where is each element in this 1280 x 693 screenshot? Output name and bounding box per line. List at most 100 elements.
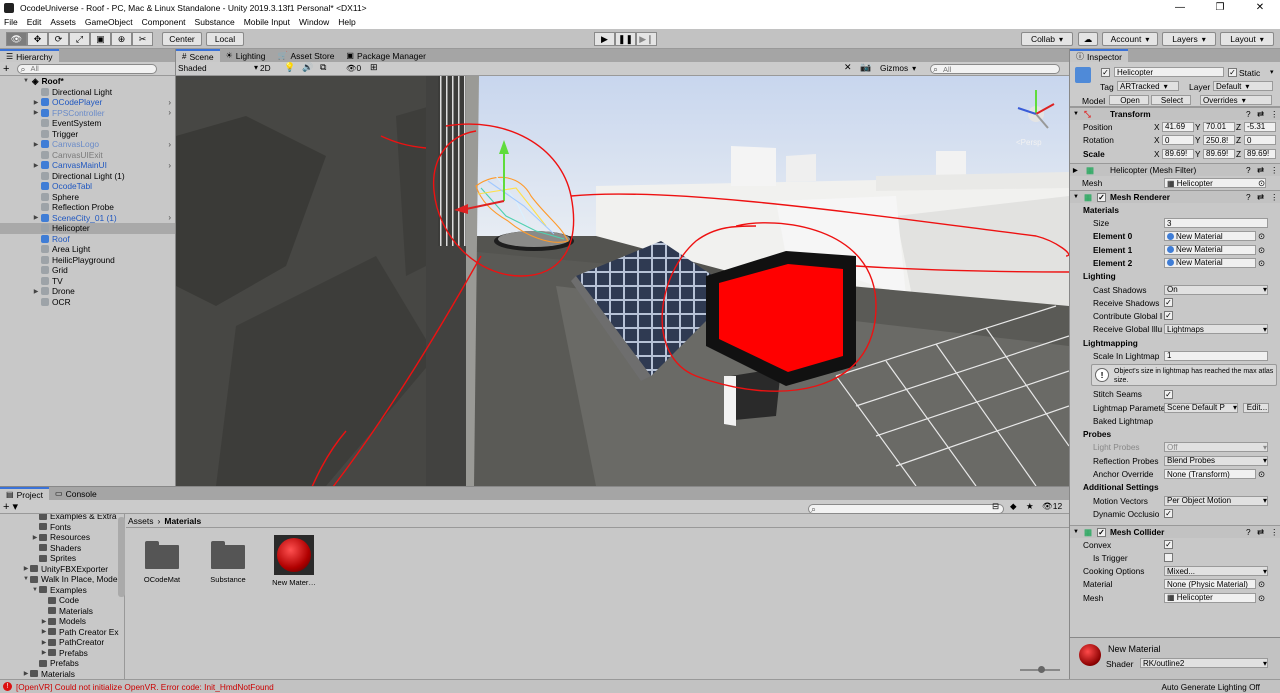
material-element-1-field[interactable]: New Material	[1164, 244, 1256, 255]
asset-tile[interactable]: Substance	[200, 535, 256, 587]
hierarchy-item[interactable]: HeilicPlayground	[0, 255, 175, 266]
lightmap-parameters-edit-button[interactable]: Edit...	[1243, 402, 1269, 413]
hierarchy-item[interactable]: TV	[0, 276, 175, 287]
open-prefab-icon[interactable]: ›	[168, 161, 171, 170]
object-picker-icon[interactable]: ⊙	[1258, 258, 1265, 268]
menu-file[interactable]: File	[4, 17, 18, 27]
folder-tree-item[interactable]: ▶ UnityFBXExporter	[0, 564, 124, 575]
menu-edit[interactable]: Edit	[27, 17, 42, 27]
open-prefab-icon[interactable]: ›	[168, 213, 171, 222]
camera-settings-icon[interactable]: 📷	[860, 62, 871, 73]
expand-arrow-icon[interactable]: ▶	[40, 649, 48, 656]
anchor-override-field[interactable]: None (Transform)	[1164, 469, 1256, 480]
maximize-button[interactable]: ❐	[1200, 0, 1240, 15]
hand-tool-icon[interactable]: 👁	[6, 32, 27, 46]
layout-dropdown[interactable]: Layout	[1220, 32, 1274, 46]
is-trigger-checkbox[interactable]	[1164, 553, 1173, 563]
expand-arrow-icon[interactable]: ▶	[32, 214, 40, 221]
hierarchy-item[interactable]: ▶ SceneCity_01 (1) ›	[0, 213, 175, 224]
shader-dropdown[interactable]: RK/outline2	[1140, 658, 1268, 668]
scale-tool-icon[interactable]: ⤢	[69, 32, 90, 46]
move-tool-icon[interactable]: ✥	[27, 32, 48, 46]
rotate-tool-icon[interactable]: ⟳	[48, 32, 69, 46]
2d-toggle[interactable]: 2D	[260, 63, 271, 73]
collab-dropdown[interactable]: Collab	[1021, 32, 1073, 46]
menu-window[interactable]: Window	[299, 17, 329, 27]
meshcollider-enabled-checkbox[interactable]: ✓	[1097, 527, 1106, 537]
grid-toggle-icon[interactable]: ⊞	[370, 62, 378, 73]
transform-scale-x-field[interactable]: 89.69!	[1162, 148, 1194, 159]
folder-tree-item[interactable]: Prefabs	[0, 658, 124, 669]
hierarchy-item[interactable]: CanvasUIExit	[0, 150, 175, 161]
project-search-input[interactable]	[808, 503, 1005, 515]
lighting-label[interactable]: Lighting	[1083, 271, 1116, 281]
object-picker-icon[interactable]: ⊙	[1258, 178, 1265, 188]
transform-header[interactable]: ▼ ⤡ Transform ? ⇄ ⋮	[1070, 107, 1280, 121]
hierarchy-item[interactable]: OcodeTabl	[0, 181, 175, 192]
play-button[interactable]: ▶	[594, 32, 615, 46]
meshrenderer-header[interactable]: ▼ ▦ ✓ Mesh Renderer ? ⇄ ⋮	[1070, 189, 1280, 204]
favorite-icon[interactable]: ★	[1026, 501, 1034, 512]
expand-arrow-icon[interactable]: ▶	[31, 534, 39, 541]
object-picker-icon[interactable]: ⊙	[1258, 231, 1265, 241]
select-prefab-button[interactable]: Select	[1151, 95, 1191, 105]
folder-tree-item[interactable]: Shaders	[0, 543, 124, 554]
filter-type-icon[interactable]: ⊟	[992, 501, 999, 512]
minimize-button[interactable]: —	[1160, 0, 1200, 15]
preset-icon[interactable]: ⇄	[1257, 109, 1264, 119]
folder-tree-item[interactable]: Materials	[0, 606, 124, 617]
open-prefab-icon[interactable]: ›	[168, 140, 171, 149]
probes-label[interactable]: Probes	[1083, 429, 1111, 439]
component-menu-icon[interactable]: ⋮	[1270, 165, 1278, 175]
hidden-layers-icon[interactable]: 👁0	[346, 63, 361, 74]
material-element-0-field[interactable]: New Material	[1164, 231, 1256, 242]
preset-icon[interactable]: ⇄	[1257, 165, 1264, 175]
hierarchy-item[interactable]: ▶ CanvasLogo ›	[0, 139, 175, 150]
object-picker-icon[interactable]: ⊙	[1258, 245, 1265, 255]
light-probes-dropdown[interactable]: Off	[1164, 442, 1268, 453]
mesh-field[interactable]: ▦ Helicopter	[1164, 178, 1266, 189]
menu-help[interactable]: Help	[338, 17, 355, 27]
folder-tree-item[interactable]: ▶ Prefabs	[0, 648, 124, 659]
static-dropdown-icon[interactable]: ▾	[1270, 68, 1274, 76]
expand-arrow-icon[interactable]: ▼	[31, 587, 39, 593]
breadcrumb-materials[interactable]: Materials	[164, 516, 201, 526]
asset-tile[interactable]: OCodeMat	[134, 535, 190, 587]
tools-settings-icon[interactable]: ✕	[844, 62, 852, 73]
active-checkbox[interactable]: ✓	[1101, 68, 1110, 77]
hierarchy-item[interactable]: Sphere	[0, 192, 175, 203]
open-prefab-icon[interactable]: ›	[168, 108, 171, 117]
help-icon[interactable]: ?	[1246, 109, 1251, 119]
hierarchy-item[interactable]: Area Light	[0, 244, 175, 255]
lightmap-parameters-dropdown[interactable]: Scene Default P	[1164, 402, 1238, 413]
receive-gi-dropdown[interactable]: Lightmaps	[1164, 324, 1268, 335]
cloud-icon[interactable]: ☁	[1078, 32, 1098, 46]
expand-arrow-icon[interactable]: ▶	[40, 618, 48, 625]
scale-in-lightmap-field[interactable]: 1	[1164, 350, 1268, 361]
open-prefab-button[interactable]: Open	[1109, 95, 1149, 105]
help-icon[interactable]: ?	[1246, 192, 1251, 202]
transform-rotation-y-field[interactable]: 250.8!	[1203, 135, 1235, 146]
reflection-probes-dropdown[interactable]: Blend Probes	[1164, 455, 1268, 466]
lightmapping-label[interactable]: Lightmapping	[1083, 338, 1138, 348]
tab-asset-store[interactable]: 🛒 Asset Store	[271, 49, 341, 62]
hierarchy-item[interactable]: ▶ Drone	[0, 286, 175, 297]
hierarchy-item[interactable]: ▶ OCodePlayer ›	[0, 97, 175, 108]
folder-tree-item[interactable]: Fonts	[0, 522, 124, 533]
foldout-icon[interactable]: ▼	[1073, 194, 1079, 200]
preset-icon[interactable]: ⇄	[1257, 527, 1264, 537]
custom-tool-icon[interactable]: ✂	[132, 32, 153, 46]
expand-arrow-icon[interactable]: ▶	[32, 99, 40, 106]
pause-button[interactable]: ❚❚	[615, 32, 636, 46]
hierarchy-item[interactable]: Directional Light (1)	[0, 171, 175, 182]
scene-search-input[interactable]: All	[930, 64, 1060, 75]
rect-tool-icon[interactable]: ▣	[90, 32, 111, 46]
hidden-packages-icon[interactable]: 👁12	[1042, 501, 1062, 512]
folder-tree-item[interactable]: ▼ Examples	[0, 585, 124, 596]
menu-mobile-input[interactable]: Mobile Input	[244, 17, 290, 27]
folder-tree-item[interactable]: ▶ Models	[0, 616, 124, 627]
hierarchy-item[interactable]: OCR	[0, 297, 175, 308]
pivot-center-button[interactable]: Center	[162, 32, 202, 46]
materials-label[interactable]: Materials	[1083, 205, 1119, 215]
close-button[interactable]: ✕	[1240, 0, 1280, 15]
